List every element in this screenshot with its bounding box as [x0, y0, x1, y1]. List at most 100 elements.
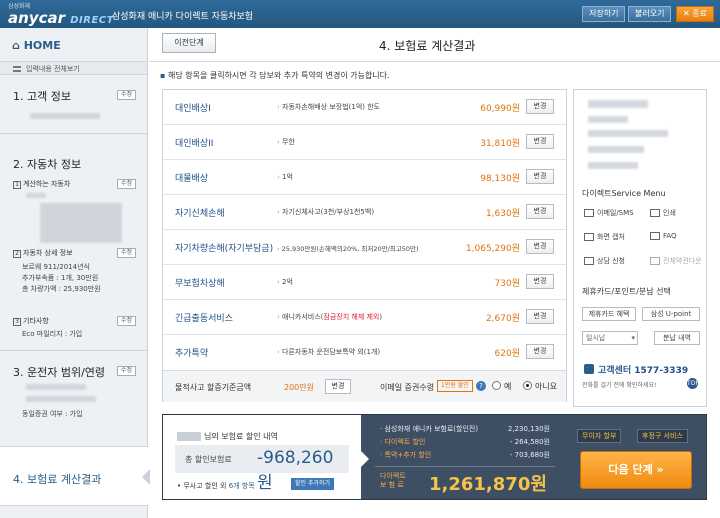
email-no-label[interactable]: 아니요: [535, 381, 557, 392]
download-icon: [650, 257, 660, 265]
exit-button[interactable]: ✕ 종료: [676, 6, 714, 22]
coverage-name[interactable]: 자기신체손해: [175, 206, 225, 219]
edit-other-button[interactable]: 수정: [117, 316, 137, 326]
terms-menu[interactable]: 전체약관다운: [650, 256, 702, 266]
edit-customer-button[interactable]: 수정: [117, 90, 137, 100]
threshold-change-button[interactable]: 변경: [325, 379, 351, 394]
coverage-row[interactable]: 자기신체손해 자기신체사고(3천/부상1천5백) 1,630원 변경: [163, 195, 566, 230]
masked-car-info: [26, 193, 46, 198]
car-sub-calc-label: 계산하는 자동차: [23, 180, 71, 188]
summary-heading-text: 님의 보험료 할인 내역: [204, 432, 278, 441]
change-button[interactable]: 변경: [526, 134, 554, 149]
consult-icon: [584, 257, 594, 265]
print-icon: [650, 209, 660, 217]
masked-info: [588, 162, 638, 169]
coverage-name[interactable]: 대인배상II: [175, 136, 213, 149]
active-step: 4. 보험료 계산결과: [0, 446, 150, 506]
coverage-name[interactable]: 긴급출동서비스: [175, 311, 233, 324]
change-button[interactable]: 변경: [526, 239, 554, 254]
change-button[interactable]: 변경: [526, 344, 554, 359]
print-menu[interactable]: 인쇄: [650, 208, 676, 218]
sidebar: ⌂ HOME 입력내용 전체보기 1. 고객 정보 수정 2. 자동차 정보 1…: [0, 28, 150, 518]
section-driver[interactable]: 3. 운전자 범위/연령: [13, 364, 105, 380]
coverage-table: 대인배상I 자동차손해배상 보장법(1억) 한도 60,990원 변경 대인배상…: [162, 89, 567, 402]
change-button[interactable]: 변경: [526, 99, 554, 114]
coverage-name[interactable]: 대인배상I: [175, 101, 211, 114]
email-sms-menu[interactable]: 이메일/SMS: [584, 208, 634, 218]
capture-menu[interactable]: 화면 캡처: [584, 232, 625, 242]
coverage-detail: 무한: [277, 137, 295, 147]
change-button[interactable]: 변경: [526, 274, 554, 289]
coverage-row[interactable]: 대인배상I 자동차손해배상 보장법(1억) 한도 60,990원 변경: [163, 90, 566, 125]
coverage-price: 2,670원: [485, 314, 520, 324]
edit-driver-button[interactable]: 수정: [117, 366, 137, 376]
view-all-inputs[interactable]: 입력내용 전체보기: [0, 61, 147, 75]
email-no-radio[interactable]: [523, 381, 532, 390]
masked-info: [588, 116, 628, 123]
coverage-name[interactable]: 추가특약: [175, 346, 208, 359]
coverage-detail: 25,930만원(손해액의20%, 최저20만/최고50만): [277, 243, 419, 253]
consult-menu[interactable]: 상담 신청: [584, 256, 625, 266]
coverage-row[interactable]: 대물배상 1억 98,130원 변경: [163, 160, 566, 195]
home-link[interactable]: ⌂ HOME: [12, 39, 61, 52]
add-discount-button[interactable]: 할인 추가하기: [291, 478, 335, 490]
coverage-row[interactable]: 추가특약 다른자동차 운전담보특약 외(1개) 620원 변경: [163, 335, 566, 370]
card-point-title: 제휴카드/포인트/분납 선택: [582, 287, 671, 296]
coverage-name[interactable]: 무보험차상해: [175, 276, 225, 289]
email-policy-label: 이메일 증권수령: [380, 383, 435, 392]
eco-mileage: Eco 마일리지 : 가입: [22, 330, 83, 338]
edit-car-detail-button[interactable]: 수정: [117, 248, 137, 258]
brand-logo[interactable]: 삼성화재 anycar DIRECT: [8, 3, 114, 29]
faq-menu[interactable]: FAQ: [650, 232, 677, 240]
summary-divider: [375, 466, 555, 467]
cs-subtext: 전화를 걸기 전에 확인하세요!: [582, 382, 657, 389]
coverage-detail-highlight: 잠금장치 해제 제외: [323, 313, 380, 321]
change-button[interactable]: 변경: [526, 309, 554, 324]
final-label-line2: 보 험 료: [380, 481, 404, 489]
installment-button[interactable]: 분납 내역: [654, 331, 700, 345]
next-step-button[interactable]: 다음 단계 »: [580, 451, 692, 489]
scroll-top-button[interactable]: TOP: [687, 378, 699, 389]
coverage-price: 1,630원: [485, 209, 520, 219]
payment-select[interactable]: 일시납: [582, 331, 638, 345]
coverage-name[interactable]: 대물배상: [175, 171, 208, 184]
coverage-row[interactable]: 무보험차상해 2억 730원 변경: [163, 265, 566, 300]
section-car-info[interactable]: 2. 자동차 정보: [13, 156, 81, 172]
discount-items-link[interactable]: 6개 항목: [229, 482, 255, 490]
help-icon[interactable]: ?: [476, 381, 486, 391]
email-yes-label[interactable]: 예: [504, 381, 511, 392]
pre-discount-label: 삼성화재 애니카 보험료(할인전): [384, 425, 479, 433]
card-benefit-button[interactable]: 제휴카드 혜택: [582, 307, 636, 321]
notice-label: 해당 항목을 클릭하시면 각 담보와 추가 특약의 변경이 가능합니다.: [167, 71, 390, 80]
home-icon: ⌂: [12, 39, 24, 52]
masked-info: [588, 146, 644, 153]
coverage-price: 730원: [494, 279, 520, 289]
installment-free-button[interactable]: 무이자 할부: [577, 429, 622, 443]
load-button[interactable]: 불러오기: [628, 6, 672, 22]
divider: [0, 350, 147, 351]
sub-number: 3: [13, 318, 21, 326]
prev-step-button[interactable]: 이전단계: [162, 33, 216, 53]
change-button[interactable]: 변경: [526, 169, 554, 184]
coverage-name[interactable]: 자기차량손해(자기부담금): [175, 241, 273, 254]
phone-icon: [584, 364, 594, 374]
divider: [0, 133, 147, 134]
coverage-row[interactable]: 긴급출동서비스 애니카서비스(잠금장치 해제 제외) 2,670원 변경: [163, 300, 566, 335]
coverage-detail: 다른자동차 운전담보특약 외(1개): [277, 347, 380, 357]
coverage-row[interactable]: 자기차량손해(자기부담금) 25,930만원(손해액의20%, 최저20만/최고…: [163, 230, 566, 265]
cs-number: 1577-3339: [634, 366, 689, 376]
site-title: 삼성화재 애니카 다이렉트 자동차보험: [112, 12, 254, 22]
change-button[interactable]: 변경: [526, 204, 554, 219]
top-bar: 삼성화재 anycar DIRECT 삼성화재 애니카 다이렉트 자동차보험 저…: [0, 0, 720, 28]
bullet-icon: ▪: [160, 71, 166, 80]
section-customer-info[interactable]: 1. 고객 정보: [13, 88, 71, 104]
final-premium-value: 1,261,870원: [429, 474, 547, 495]
print-label: 인쇄: [663, 209, 676, 217]
email-yes-radio[interactable]: [492, 381, 501, 390]
edit-car-button[interactable]: 수정: [117, 179, 137, 189]
customer-center: 고객센터 1577-3339: [598, 363, 688, 376]
followup-service-button[interactable]: 후정구 서비스: [637, 429, 688, 443]
coverage-row[interactable]: 대인배상II 무한 31,810원 변경: [163, 125, 566, 160]
upoint-button[interactable]: 삼성 U-point: [642, 307, 700, 321]
save-button[interactable]: 저장하기: [582, 6, 626, 22]
